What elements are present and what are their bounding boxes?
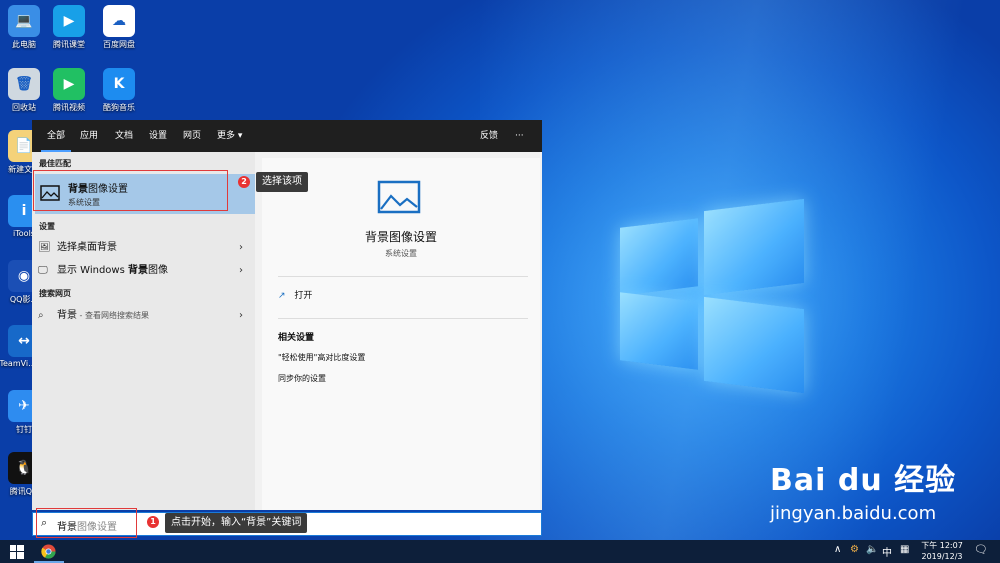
divider [278,318,528,319]
related-link-high-contrast[interactable]: "轻松使用"高对比度设置 [278,352,365,363]
baidu-jingyan-watermark: Bai du 经验 jingyan.baidu.com [770,455,956,524]
tray-app-icon[interactable]: ⚙ [850,544,859,555]
tray-up-icon[interactable]: ∧ [834,544,841,555]
picture-icon-large [377,180,421,214]
chevron-right-icon: › [239,242,243,253]
tab-web[interactable]: 网页 [183,120,201,152]
app-icon: ▶ [53,68,85,100]
best-match-heading: 最佳匹配 [39,159,71,168]
tab-settings[interactable]: 设置 [149,120,167,152]
step1-badge: 1 [147,516,159,528]
monitor-icon: 🖵 [38,265,48,276]
detail-pane: 背景图像设置 系统设置 ↗ 打开 相关设置 "轻松使用"高对比度设置 同步你的设… [262,158,540,510]
notification-icon[interactable]: 🗨 [974,543,988,556]
tab-more[interactable]: 更多 ▾ [217,120,242,152]
app-icon: 💻 [8,5,40,37]
open-label: 打开 [294,291,313,301]
start-menu-nav: 全部 应用 文档 设置 网页 更多 ▾ 反馈 ··· [32,120,542,152]
volume-icon[interactable]: 🔈 [866,544,878,555]
chevron-right-icon: › [239,310,243,321]
tab-all[interactable]: 全部 [41,120,71,152]
desktop-icon[interactable]: K 酷狗音乐 [89,68,149,113]
related-link-sync[interactable]: 同步你的设置 [278,373,326,384]
feedback-button[interactable]: 反馈 [480,120,498,152]
settings-item-label-pre: 显示 Windows [57,265,128,276]
settings-item-desktop-background[interactable]: 🖼 选择桌面背景 › [32,237,255,259]
settings-item-label-bold: 背景 [128,265,148,276]
clock[interactable]: 下午 12:07 2019/12/3 [918,540,966,562]
web-item-hint: - 查看网络搜索结果 [77,311,149,320]
watermark-brand: Bai du 经验 [770,463,957,498]
picture-icon: 🖼 [38,242,51,253]
desktop-icon-label: 百度网盘 [103,40,135,49]
detail-title: 背景图像设置 [364,230,437,244]
ime-indicator[interactable]: 中 [882,544,892,559]
settings-heading: 设置 [39,222,55,231]
settings-item-windows-background[interactable]: 🖵 显示 Windows 背景图像 › [32,260,255,282]
clock-time: 下午 12:07 [921,541,963,550]
taskbar-chrome-button[interactable] [34,540,64,563]
open-icon: ↗ [278,291,286,301]
more-options-icon[interactable]: ··· [515,120,524,152]
web-search-heading: 搜索网页 [39,289,71,298]
settings-item-label-post: 图像 [148,265,168,276]
step1-callout: 点击开始，输入“背景”关键词 [165,513,308,533]
app-icon: ▶ [53,5,85,37]
step2-callout: 选择该项 [256,172,308,192]
settings-item-label: 选择桌面背景 [57,242,117,253]
tab-apps[interactable]: 应用 [80,120,98,152]
desktop-icon-label: 酷狗音乐 [103,103,135,112]
app-icon: K [103,68,135,100]
search-icon: ⌕ [38,310,44,321]
open-action[interactable]: ↗ 打开 [278,288,312,304]
step2-badge: 2 [238,176,250,188]
tab-docs[interactable]: 文档 [115,120,133,152]
highlight-box-step2 [33,170,228,211]
windows-start-icon[interactable] [10,545,24,559]
app-icon: ☁ [103,5,135,37]
windows-logo-wallpaper [620,195,805,394]
watermark-url: jingyan.baidu.com [770,503,937,524]
detail-subtitle: 系统设置 [385,249,417,258]
taskbar: ∧ ⚙ 🔈 中 ▦ 下午 12:07 2019/12/3 🗨 [0,540,1000,563]
clock-date: 2019/12/3 [921,552,963,561]
divider [278,276,528,277]
app-icon: 🗑 [8,68,40,100]
web-item-label: 背景 [57,310,77,321]
related-settings-heading: 相关设置 [278,333,315,343]
chrome-icon [41,544,56,559]
highlight-box-step1 [36,508,137,538]
desktop-icon[interactable]: ☁ 百度网盘 [89,5,149,50]
input-grid-icon[interactable]: ▦ [900,544,909,555]
web-search-item[interactable]: ⌕ 背景 - 查看网络搜索结果 › [32,305,255,327]
chevron-right-icon: › [239,265,243,276]
